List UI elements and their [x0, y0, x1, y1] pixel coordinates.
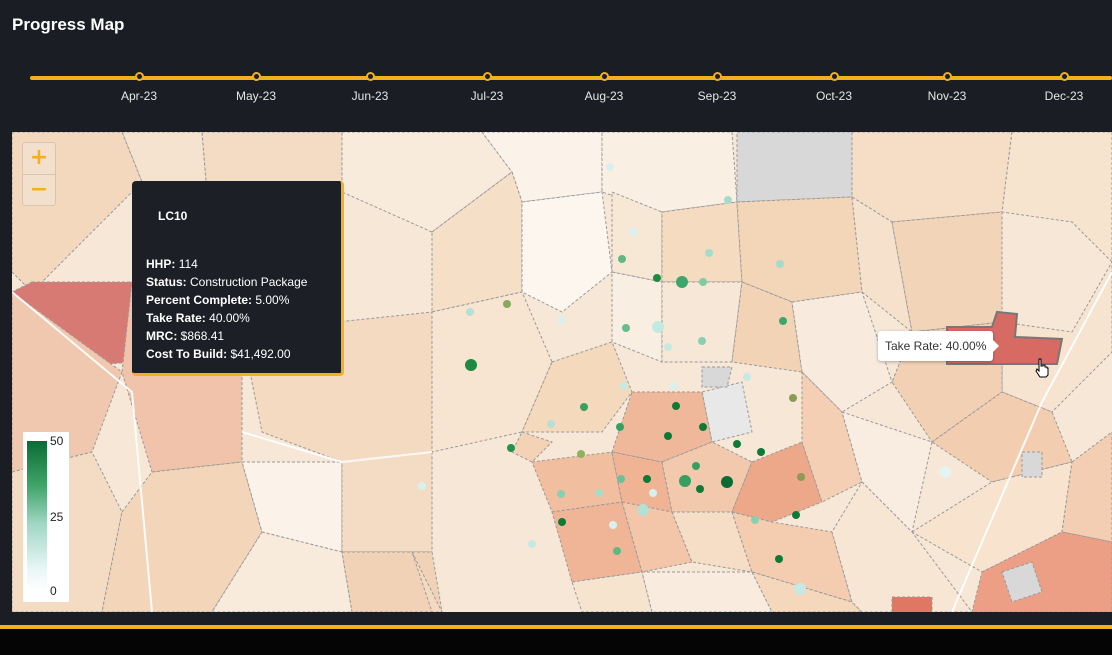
region-name: LC10 — [158, 209, 188, 223]
mrc-value: $868.41 — [180, 329, 225, 343]
zoom-out-button[interactable]: − — [23, 174, 55, 205]
timeline-label-dec: Dec-23 — [1044, 89, 1084, 103]
status-value: Construction Package — [190, 275, 308, 289]
timeline-tick-aug[interactable] — [600, 72, 609, 81]
legend-gradient — [27, 441, 47, 591]
timeline-tick-oct[interactable] — [830, 72, 839, 81]
legend-mid: 25 — [50, 510, 64, 524]
cost-label: Cost To Build: — [146, 347, 228, 361]
page-title: Progress Map — [12, 15, 125, 34]
timeline-tick-dec[interactable] — [1060, 72, 1069, 81]
timeline-tick-sep[interactable] — [713, 72, 722, 81]
zoom-control: + − — [22, 142, 56, 206]
timeline-label-jul: Jul-23 — [470, 89, 504, 103]
hhp-value: 114 — [178, 257, 198, 271]
timeline-label-sep: Sep-23 — [697, 89, 737, 103]
hhp-row: HHP: 114 — [146, 255, 307, 273]
color-legend: 50 25 0 — [23, 432, 69, 602]
percent-value: 5.00% — [255, 293, 290, 307]
hover-tooltip: Take Rate: 40.00% — [878, 331, 1000, 361]
zoom-in-button[interactable]: + — [23, 143, 55, 174]
status-label: Status: — [146, 275, 187, 289]
cost-value: $41,492.00 — [230, 347, 291, 361]
timeline-slider[interactable]: Apr-23 May-23 Jun-23 Jul-23 Aug-23 Sep-2… — [0, 60, 1112, 120]
timeline-tick-jun[interactable] — [366, 72, 375, 81]
timeline-tick-may[interactable] — [252, 72, 261, 81]
mrc-label: MRC: — [146, 329, 178, 343]
timeline-label-aug: Aug-23 — [584, 89, 624, 103]
footer-bar — [0, 629, 1112, 655]
mrc-row: MRC: $868.41 — [146, 327, 307, 345]
legend-max: 50 — [50, 434, 64, 448]
timeline-label-oct: Oct-23 — [815, 89, 852, 103]
timeline-label-nov: Nov-23 — [927, 89, 967, 103]
region-details: HHP: 114 Status: Construction Package Pe… — [146, 255, 307, 363]
percent-label: Percent Complete: — [146, 293, 253, 307]
percent-row: Percent Complete: 5.00% — [146, 291, 307, 309]
timeline-label-jun: Jun-23 — [351, 89, 389, 103]
legend-min: 0 — [50, 584, 57, 598]
timeline-label-apr: Apr-23 — [120, 89, 158, 103]
timeline-tick-jul[interactable] — [483, 72, 492, 81]
timeline-tick-nov[interactable] — [943, 72, 952, 81]
timeline-label-may: May-23 — [235, 89, 276, 103]
app-window: Progress Map Apr-23 May-23 Jun-23 Jul-23… — [0, 0, 1112, 655]
take-rate-row: Take Rate: 40.00% — [146, 309, 307, 327]
hand-cursor-icon — [1035, 358, 1049, 378]
hhp-label: HHP: — [146, 257, 176, 271]
region-info-panel: LC10 HHP: 114 Status: Construction Packa… — [132, 181, 344, 376]
take-rate-label: Take Rate: — [146, 311, 206, 325]
timeline-tick-apr[interactable] — [135, 72, 144, 81]
status-row: Status: Construction Package — [146, 273, 307, 291]
cost-row: Cost To Build: $41,492.00 — [146, 345, 307, 363]
take-rate-value: 40.00% — [209, 311, 250, 325]
